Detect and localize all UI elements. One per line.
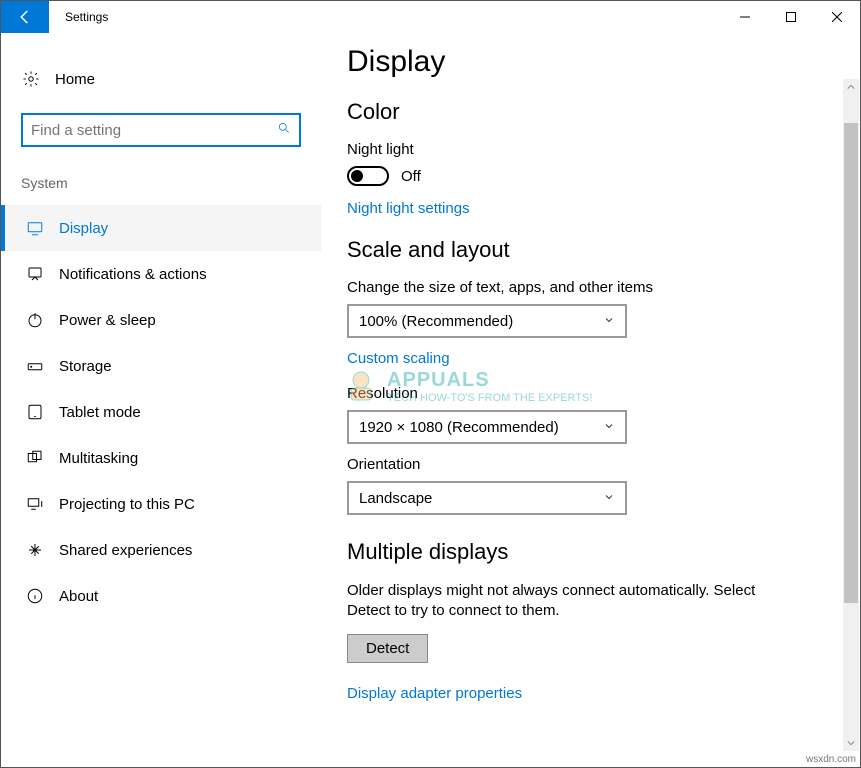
chevron-down-icon [603, 419, 615, 436]
search-field[interactable] [31, 122, 277, 139]
display-icon [25, 219, 45, 237]
scrollbar-thumb[interactable] [844, 123, 858, 603]
orientation-value: Landscape [359, 490, 432, 507]
minimize-button[interactable] [722, 1, 768, 33]
close-button[interactable] [814, 1, 860, 33]
sidebar-item-notifications[interactable]: Notifications & actions [1, 251, 321, 297]
sidebar-item-power[interactable]: Power & sleep [1, 297, 321, 343]
resolution-dropdown[interactable]: 1920 × 1080 (Recommended) [347, 410, 627, 444]
nightlight-label: Night light [347, 141, 844, 158]
section-scale: Scale and layout [347, 237, 844, 263]
storage-icon [25, 357, 45, 375]
sidebar-item-label: Multitasking [59, 450, 138, 467]
nightlight-state: Off [401, 168, 421, 185]
scrollbar[interactable] [843, 79, 859, 751]
notifications-icon [25, 265, 45, 283]
sidebar-item-display[interactable]: Display [1, 205, 321, 251]
sidebar-item-label: Projecting to this PC [59, 496, 195, 513]
group-header: System [1, 175, 321, 191]
back-button[interactable] [1, 1, 49, 33]
search-input[interactable] [21, 113, 301, 147]
multiple-help: Older displays might not always connect … [347, 581, 777, 622]
detect-button[interactable]: Detect [347, 634, 428, 663]
section-color: Color [347, 99, 844, 125]
resolution-label: Resolution [347, 385, 844, 402]
sidebar-item-about[interactable]: About [1, 573, 321, 619]
maximize-button[interactable] [768, 1, 814, 33]
orientation-label: Orientation [347, 456, 844, 473]
sidebar-item-tablet[interactable]: Tablet mode [1, 389, 321, 435]
source-corner: wsxdn.com [806, 754, 856, 765]
resolution-value: 1920 × 1080 (Recommended) [359, 419, 559, 436]
sidebar-item-projecting[interactable]: Projecting to this PC [1, 481, 321, 527]
scale-label: Change the size of text, apps, and other… [347, 279, 844, 296]
projecting-icon [25, 495, 45, 513]
sidebar-item-label: Storage [59, 358, 112, 375]
sidebar-item-shared[interactable]: Shared experiences [1, 527, 321, 573]
multitasking-icon [25, 449, 45, 467]
window-title: Settings [49, 1, 108, 33]
title-bar: Settings [1, 1, 860, 33]
shared-icon [25, 541, 45, 559]
sidebar-item-label: Tablet mode [59, 404, 141, 421]
chevron-down-icon [603, 313, 615, 330]
orientation-dropdown[interactable]: Landscape [347, 481, 627, 515]
gear-icon [21, 70, 41, 88]
sidebar-item-label: About [59, 588, 98, 605]
sidebar-item-multitasking[interactable]: Multitasking [1, 435, 321, 481]
page-title: Display [347, 45, 844, 79]
sidebar: Home System Display Notifications & acti… [1, 33, 321, 767]
adapter-link[interactable]: Display adapter properties [347, 685, 844, 702]
sidebar-item-label: Notifications & actions [59, 266, 207, 283]
power-icon [25, 311, 45, 329]
main-content: Display Color Night light Off Night ligh… [347, 33, 844, 767]
custom-scaling-link[interactable]: Custom scaling [347, 350, 844, 367]
nightlight-toggle[interactable] [347, 166, 389, 186]
sidebar-item-label: Power & sleep [59, 312, 156, 329]
sidebar-item-storage[interactable]: Storage [1, 343, 321, 389]
chevron-down-icon [603, 490, 615, 507]
scroll-up-button[interactable] [843, 79, 859, 95]
about-icon [25, 587, 45, 605]
home-button[interactable]: Home [1, 57, 321, 101]
sidebar-item-label: Display [59, 220, 108, 237]
scale-value: 100% (Recommended) [359, 313, 513, 330]
search-icon [277, 121, 291, 140]
section-multiple: Multiple displays [347, 539, 844, 565]
sidebar-item-label: Shared experiences [59, 542, 192, 559]
nightlight-settings-link[interactable]: Night light settings [347, 200, 844, 217]
scroll-down-button[interactable] [843, 735, 859, 751]
home-label: Home [55, 71, 95, 88]
tablet-icon [25, 403, 45, 421]
scale-dropdown[interactable]: 100% (Recommended) [347, 304, 627, 338]
